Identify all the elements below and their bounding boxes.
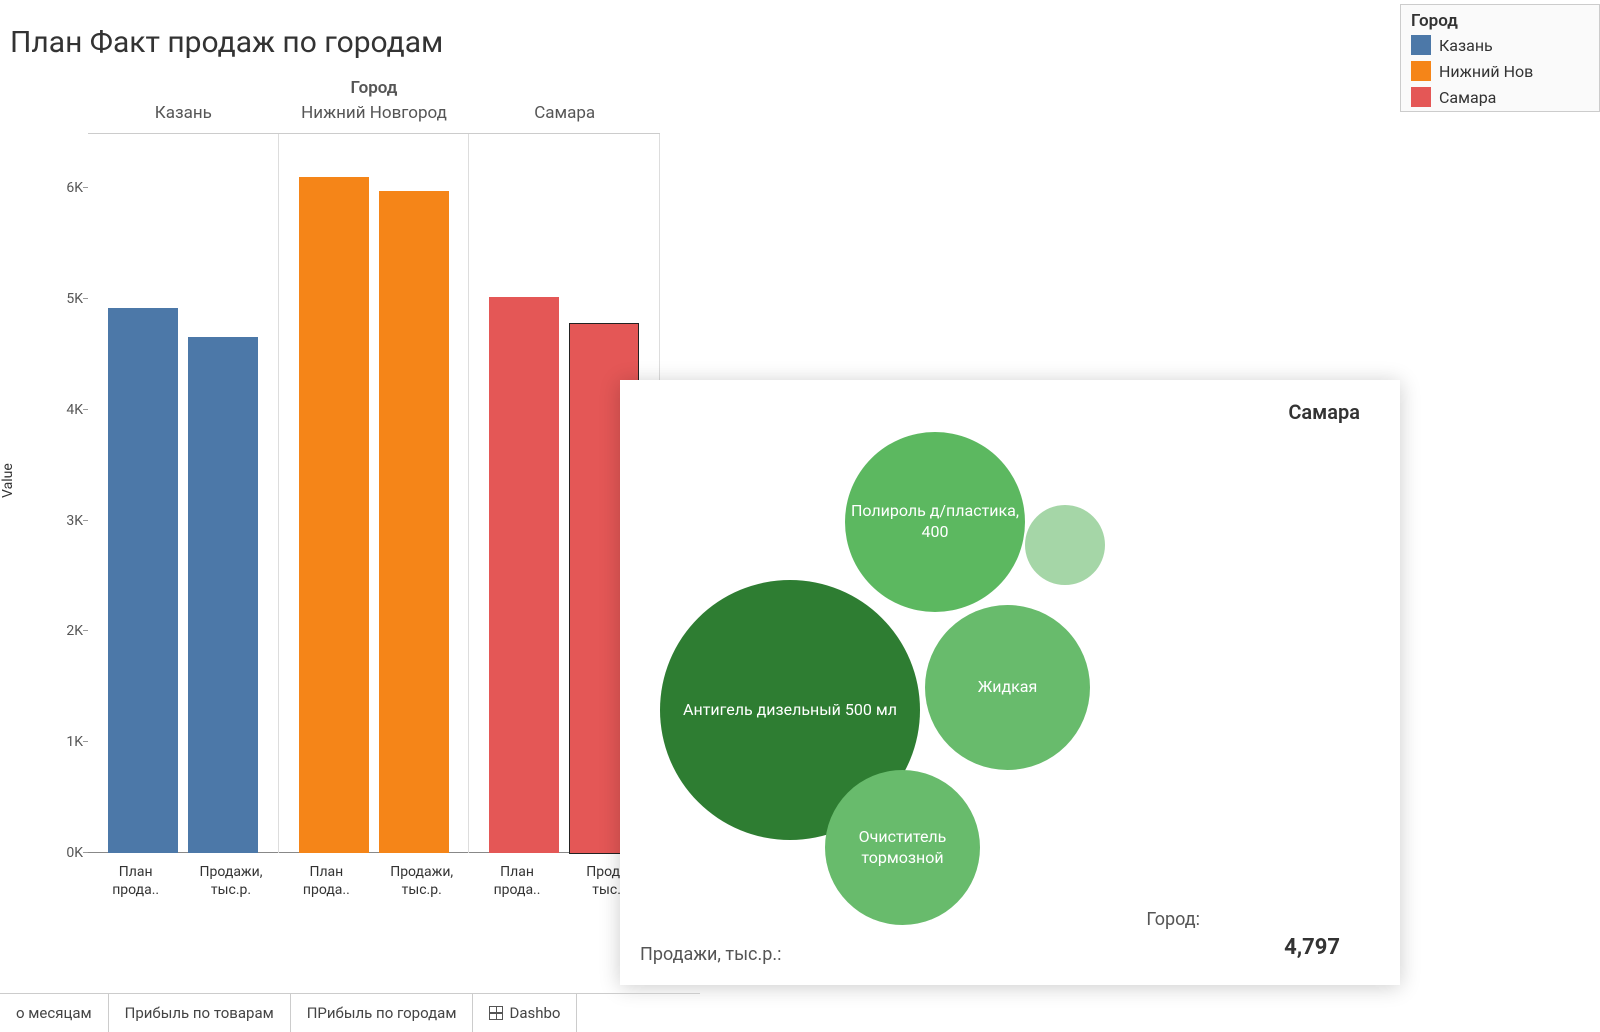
tooltip-value: 4,797 <box>1284 935 1340 960</box>
city-header: Казань <box>88 103 279 123</box>
bar-plan[interactable] <box>489 297 559 853</box>
tab-label: о месяцам <box>16 1004 92 1022</box>
legend-label: Самара <box>1439 88 1496 107</box>
bubble-label: Полироль д/пластика, 400 <box>845 501 1025 543</box>
y-tick: 4K <box>43 402 83 418</box>
page-title: План Факт продаж по городам <box>0 0 1600 70</box>
panel-nizhny <box>279 134 470 853</box>
y-axis-label: Value <box>0 463 16 498</box>
legend-item[interactable]: Самара <box>1401 85 1599 111</box>
panel-kazan <box>88 134 279 853</box>
y-tick: 0K <box>43 845 83 861</box>
city-header: Нижний Новгород <box>279 103 470 123</box>
city-header: Самара <box>469 103 660 123</box>
tab-label: Dashbo <box>509 1004 560 1022</box>
y-tick: 3K <box>43 513 83 529</box>
bubble-chart: Антигель дизельный 500 мл Полироль д/пла… <box>650 420 1230 920</box>
tooltip-footer: Продажи, тыс.р.: Город: 4,797 <box>640 944 1380 965</box>
legend: Город Казань Нижний Нов Самара <box>1400 4 1600 112</box>
y-tick: 2K <box>43 623 83 639</box>
legend-label: Казань <box>1439 36 1493 55</box>
tooltip-city-heading: Самара <box>1288 400 1360 424</box>
legend-title: Город <box>1401 5 1599 33</box>
legend-swatch-icon <box>1411 35 1431 55</box>
dashboard-icon <box>489 1006 503 1020</box>
tooltip-measure-label: Продажи, тыс.р.: <box>640 944 781 965</box>
bar-chart: Город Казань Нижний Новгород Самара Valu… <box>10 78 660 928</box>
bubble[interactable] <box>1025 505 1105 585</box>
x-label: План прода.. <box>279 858 374 904</box>
bubble-label: Жидкая <box>978 677 1038 698</box>
legend-label: Нижний Нов <box>1439 62 1533 81</box>
x-label: План прода.. <box>469 858 564 904</box>
legend-swatch-icon <box>1411 87 1431 107</box>
legend-swatch-icon <box>1411 61 1431 81</box>
tab-label: Прибыль по товарам <box>125 1004 274 1022</box>
x-label: Продажи, тыс.р. <box>374 858 469 904</box>
legend-item[interactable]: Нижний Нов <box>1401 59 1599 85</box>
bubble[interactable]: Полироль д/пластика, 400 <box>845 432 1025 612</box>
legend-item[interactable]: Казань <box>1401 33 1599 59</box>
y-tick: 6K <box>43 180 83 196</box>
city-header-row: Казань Нижний Новгород Самара <box>88 103 660 123</box>
bar-fact[interactable] <box>379 191 449 853</box>
tooltip-panel: Самара Антигель дизельный 500 мл Полирол… <box>620 380 1400 985</box>
y-tick: 5K <box>43 291 83 307</box>
bubble-label: Очиститель тормозной <box>825 827 980 869</box>
bubble-label: Антигель дизельный 500 мл <box>683 700 897 721</box>
y-tick: 1K <box>43 734 83 750</box>
bar-plan[interactable] <box>299 177 369 853</box>
x-label: План прода.. <box>88 858 183 904</box>
sheet-tabs: о месяцам Прибыль по товарам ПРибыль по … <box>0 993 700 1032</box>
sheet-tab[interactable]: Dashbo <box>473 994 577 1032</box>
column-dimension-header: Город <box>88 78 660 98</box>
plot-area: 0K 1K 2K 3K 4K 5K 6K <box>88 133 660 853</box>
tab-label: ПРибыль по городам <box>307 1004 457 1022</box>
bubble[interactable]: Жидкая <box>925 605 1090 770</box>
sheet-tab[interactable]: Прибыль по товарам <box>109 994 291 1032</box>
bubble[interactable]: Очиститель тормозной <box>825 770 980 925</box>
tooltip-city-label: Город: <box>1146 909 1200 930</box>
bar-fact[interactable] <box>188 337 258 853</box>
bar-plan[interactable] <box>108 308 178 853</box>
x-axis-labels: План прода.. Продажи, тыс.р. План прода.… <box>88 858 660 904</box>
sheet-tab[interactable]: о месяцам <box>0 994 109 1032</box>
sheet-tab[interactable]: ПРибыль по городам <box>291 994 474 1032</box>
x-label: Продажи, тыс.р. <box>183 858 278 904</box>
